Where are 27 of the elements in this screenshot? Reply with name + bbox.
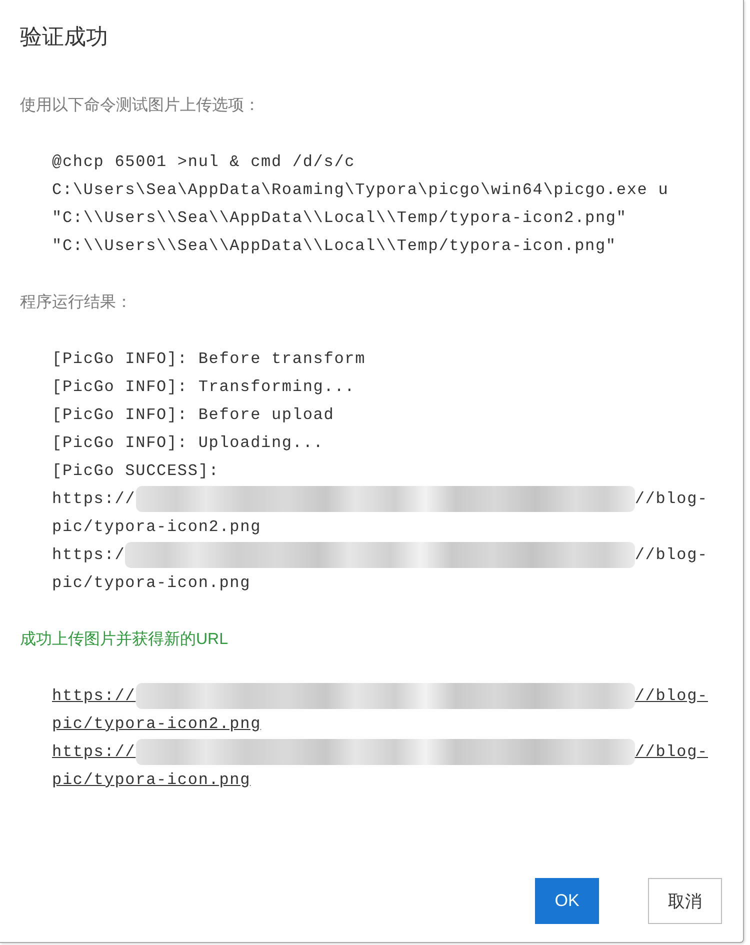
section-label: 使用以下命令测试图片上传选项： — [20, 96, 260, 116]
ok-button[interactable]: OK — [535, 878, 599, 924]
log-line: [PicGo INFO]: Uploading... — [52, 433, 324, 454]
log-line: pic/typora-icon.png — [52, 573, 251, 594]
log-line: [PicGo INFO]: Before upload — [52, 405, 334, 426]
code-line: "C:\\Users\\Sea\\AppData\\Local\\Temp/typora-icon2.png" — [52, 208, 627, 229]
log-line: pic/typora-icon2.png — [52, 517, 262, 538]
url-link[interactable]: pic/typora-icon2.png — [52, 713, 262, 735]
url-link[interactable]: //blog- — [634, 741, 708, 763]
log-line: //blog- — [634, 489, 708, 510]
code-line: @chcp 65001 >nul & cmd /d/s/c — [52, 152, 356, 173]
cancel-button[interactable]: 取消 — [648, 878, 722, 924]
url-link[interactable]: https:// — [52, 685, 136, 707]
code-line: C:\Users\Sea\AppData\Roaming\Typora\picgo\win64\picgo.exe u — [52, 180, 669, 201]
code-line: "C:\\Users\\Sea\\AppData\\Local\\Temp/typora-icon.png" — [52, 236, 616, 257]
url-link[interactable]: pic/typora-icon.png — [52, 769, 251, 791]
log-line: [PicGo INFO]: Before transform — [52, 349, 366, 370]
log-line: //blog- — [634, 545, 708, 566]
log-line: https:/ — [52, 545, 126, 566]
section-label: 成功上传图片并获得新的URL — [20, 630, 228, 650]
log-line: https:// — [52, 489, 136, 510]
url-link[interactable]: https:// — [52, 741, 136, 763]
url-link[interactable]: //blog- — [634, 685, 708, 707]
section-label: 程序运行结果： — [20, 292, 132, 313]
log-line: [PicGo INFO]: Transforming... — [52, 377, 356, 398]
log-line: [PicGo SUCCESS]: — [52, 461, 220, 482]
dialog-title: 验证成功 — [20, 23, 108, 51]
